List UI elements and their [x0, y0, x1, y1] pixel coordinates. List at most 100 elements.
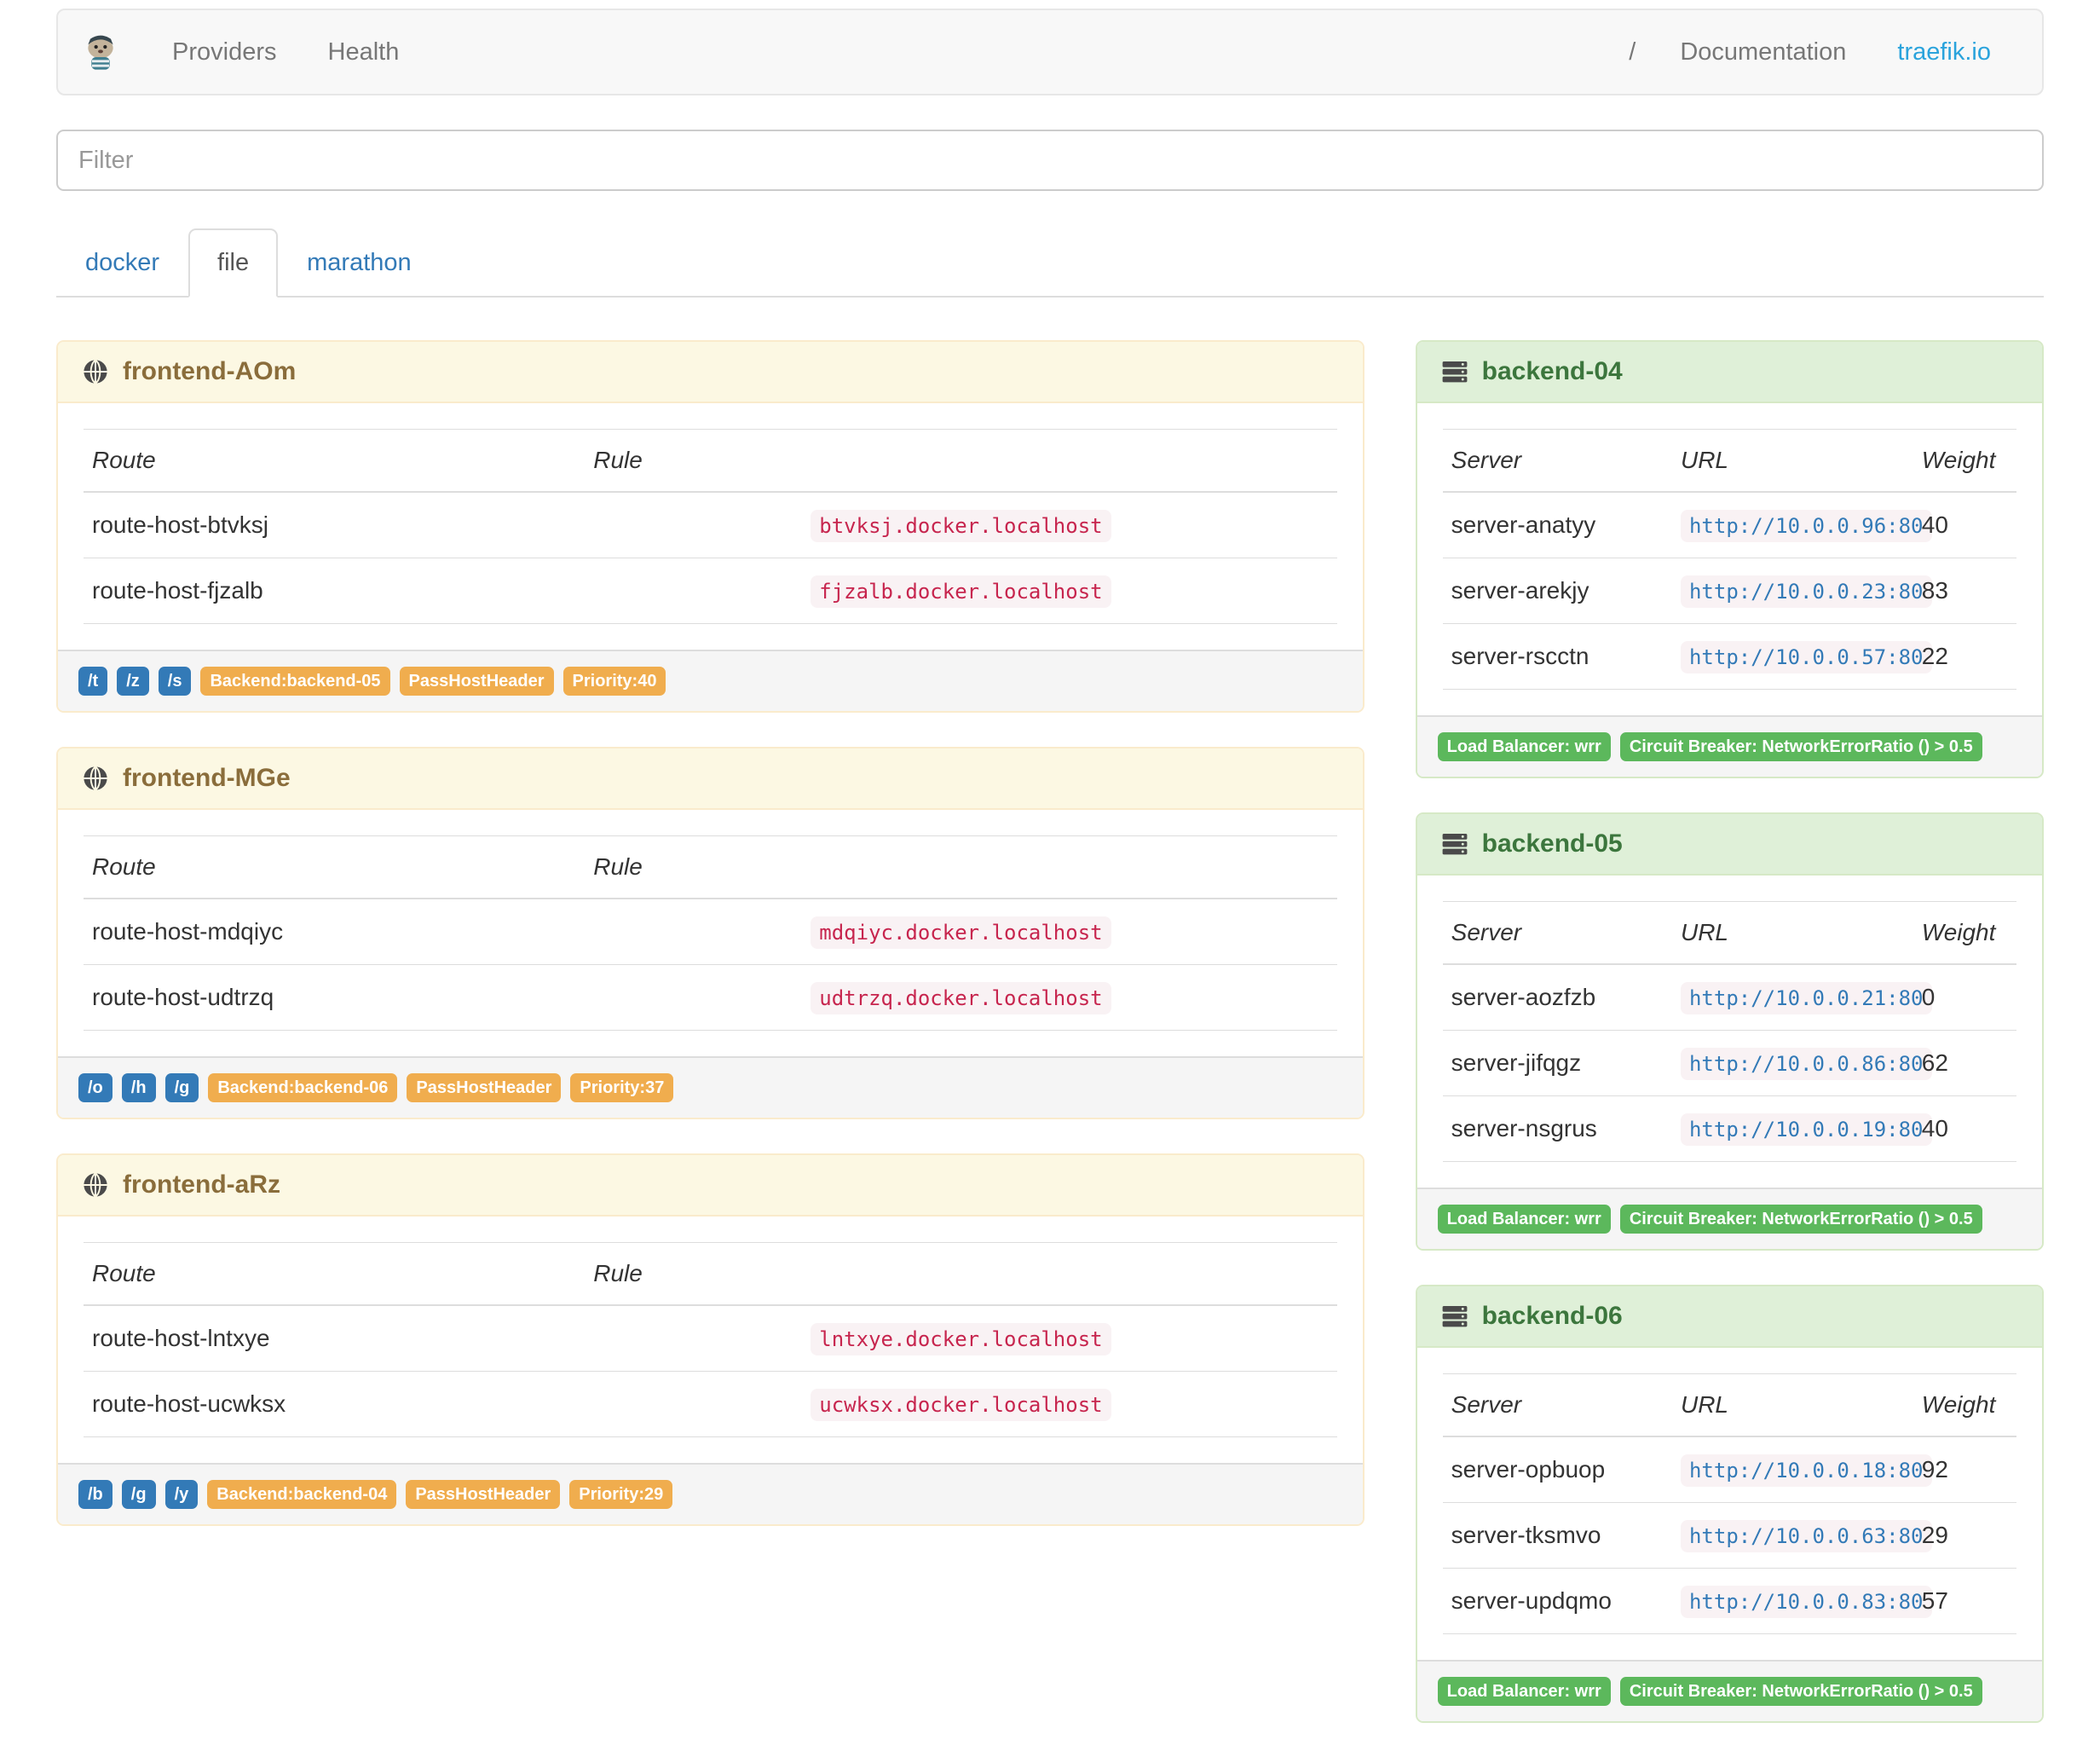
- route-row: route-host-fjzalb fjzalb.docker.localhos…: [84, 558, 1337, 624]
- route-row: route-host-ucwksx ucwksx.docker.localhos…: [84, 1371, 1337, 1437]
- route-name: route-host-fjzalb: [84, 558, 586, 624]
- url-cell: http://10.0.0.21:80: [1671, 963, 1932, 1031]
- server-weight: 40: [1912, 491, 2016, 558]
- server-url-link[interactable]: http://10.0.0.83:80: [1680, 1586, 1932, 1618]
- server-url-link[interactable]: http://10.0.0.21:80: [1680, 982, 1932, 1014]
- frontend-panel-footer: /t /z /s Backend:backend-05 PassHostHead…: [58, 650, 1363, 711]
- backend-panel-body: Server URL Weight server-opbuop http://1…: [1417, 1348, 2042, 1660]
- backend-panel-04: backend-04 Server URL Weight server-anat…: [1415, 340, 2044, 778]
- nav-link-traefik-io[interactable]: traefik.io: [1872, 38, 2016, 66]
- rule-value: udtrzq.docker.localhost: [811, 982, 1111, 1014]
- url-cell: http://10.0.0.18:80: [1671, 1436, 1932, 1503]
- tab-file[interactable]: file: [188, 228, 279, 298]
- backend-title: backend-05: [1481, 829, 1623, 858]
- server-row: server-opbuop http://10.0.0.18:80 92: [1442, 1436, 2016, 1503]
- frontend-panel-mge: frontend-MGe Route Rule route-host-mdqiy…: [56, 747, 1364, 1119]
- servers-table: Server URL Weight server-opbuop http://1…: [1442, 1373, 2016, 1634]
- routes-table: Route Rule route-host-mdqiyc mdqiyc.dock…: [84, 835, 1337, 1031]
- traefik-logo[interactable]: [84, 33, 147, 71]
- backend-title: backend-06: [1481, 1302, 1623, 1330]
- entrypoint-badge: /b: [78, 1480, 112, 1509]
- passhostheader-badge: PassHostHeader: [406, 1480, 561, 1509]
- server-url-link[interactable]: http://10.0.0.57:80: [1680, 641, 1932, 673]
- route-column-header: Route: [84, 835, 586, 899]
- frontend-panel-heading: frontend-aRz: [58, 1155, 1363, 1217]
- server-row: server-jifqgz http://10.0.0.86:80 62: [1442, 1030, 2016, 1096]
- frontend-panel-body: Route Rule route-host-lntxye lntxye.dock…: [58, 1217, 1363, 1463]
- server-url-link[interactable]: http://10.0.0.18:80: [1680, 1454, 1932, 1487]
- server-row: server-nsgrus http://10.0.0.19:80 40: [1442, 1095, 2016, 1162]
- nav-link-providers[interactable]: Providers: [147, 38, 303, 66]
- rule-value: mdqiyc.docker.localhost: [811, 916, 1111, 949]
- rule-cell: ucwksx.docker.localhost: [585, 1371, 1337, 1437]
- backend-panel-heading: backend-04: [1416, 342, 2042, 403]
- filter-input[interactable]: [56, 130, 2044, 191]
- server-row: server-arekjy http://10.0.0.23:80 83: [1442, 558, 2016, 624]
- servers-header-row: Server URL Weight: [1442, 901, 2016, 965]
- server-name: server-rscctn: [1442, 623, 1672, 690]
- rule-cell: mdqiyc.docker.localhost: [585, 898, 1337, 965]
- rule-value: fjzalb.docker.localhost: [811, 575, 1111, 608]
- tab-marathon[interactable]: marathon: [278, 228, 441, 298]
- load-balancer-badge: Load Balancer: wrr: [1437, 1677, 1611, 1706]
- server-column-header: Server: [1442, 429, 1672, 493]
- priority-badge: Priority:29: [569, 1480, 673, 1509]
- backend-title: backend-04: [1481, 357, 1623, 385]
- server-weight: 22: [1912, 623, 2016, 690]
- weight-column-header: Weight: [1912, 429, 2016, 493]
- frontend-panel-body: Route Rule route-host-mdqiyc mdqiyc.dock…: [58, 810, 1363, 1056]
- entrypoint-badge: /t: [78, 667, 108, 696]
- frontend-panel-arz: frontend-aRz Route Rule route-host-lntxy…: [56, 1153, 1364, 1526]
- rule-cell: fjzalb.docker.localhost: [585, 558, 1337, 624]
- main-content: frontend-AOm Route Rule route-host-btvks…: [31, 340, 2069, 1757]
- entrypoint-badge: /o: [78, 1073, 112, 1102]
- tab-docker[interactable]: docker: [56, 228, 188, 298]
- nav-link-documentation[interactable]: Documentation: [1654, 38, 1872, 66]
- servers-table: Server URL Weight server-anatyy http://1…: [1442, 429, 2016, 690]
- weight-column-header: Weight: [1912, 1373, 2016, 1437]
- server-row: server-rscctn http://10.0.0.57:80 22: [1442, 623, 2016, 690]
- backend-ref-badge: Backend:backend-05: [200, 667, 390, 696]
- server-weight: 0: [1912, 963, 2016, 1031]
- entrypoint-badge: /z: [117, 667, 149, 696]
- server-url-link[interactable]: http://10.0.0.96:80: [1680, 510, 1932, 542]
- rule-column-header: Rule: [585, 1242, 1337, 1306]
- backends-column: backend-04 Server URL Weight server-anat…: [1390, 340, 2069, 1757]
- backend-ref-badge: Backend:backend-06: [208, 1073, 398, 1102]
- load-balancer-badge: Load Balancer: wrr: [1437, 732, 1611, 761]
- backend-panel-05: backend-05 Server URL Weight server-aozf…: [1415, 812, 2044, 1251]
- server-url-link[interactable]: http://10.0.0.23:80: [1680, 575, 1932, 608]
- rule-column-header: Rule: [585, 835, 1337, 899]
- server-url-link[interactable]: http://10.0.0.86:80: [1680, 1048, 1932, 1080]
- globe-icon: [82, 358, 109, 385]
- entrypoint-badge: /h: [121, 1073, 156, 1102]
- url-cell: http://10.0.0.57:80: [1671, 623, 1932, 690]
- server-url-link[interactable]: http://10.0.0.63:80: [1680, 1520, 1932, 1552]
- frontend-title: frontend-AOm: [123, 357, 297, 385]
- rule-value: btvksj.docker.localhost: [811, 510, 1111, 542]
- server-name: server-aozfzb: [1442, 963, 1672, 1031]
- navbar-left: Providers Health: [84, 10, 424, 94]
- server-weight: 62: [1912, 1030, 2016, 1096]
- route-name: route-host-udtrzq: [84, 964, 586, 1031]
- circuit-breaker-badge: Circuit Breaker: NetworkErrorRatio () > …: [1619, 1677, 1982, 1706]
- routes-table: Route Rule route-host-btvksj btvksj.dock…: [84, 429, 1337, 624]
- backend-panel-heading: backend-06: [1416, 1286, 2042, 1348]
- frontend-panel-heading: frontend-MGe: [58, 748, 1363, 810]
- traefik-logo-icon: [88, 35, 113, 70]
- server-name: server-opbuop: [1442, 1436, 1672, 1503]
- server-row: server-updqmo http://10.0.0.83:80 57: [1442, 1568, 2016, 1634]
- server-weight: 92: [1912, 1436, 2016, 1503]
- server-name: server-nsgrus: [1442, 1095, 1672, 1162]
- route-name: route-host-mdqiyc: [84, 898, 586, 965]
- navbar: Providers Health / Documentation traefik…: [56, 9, 2044, 95]
- passhostheader-badge: PassHostHeader: [399, 667, 554, 696]
- server-url-link[interactable]: http://10.0.0.19:80: [1680, 1113, 1932, 1146]
- server-column-header: Server: [1442, 901, 1672, 965]
- weight-column-header: Weight: [1912, 901, 2016, 965]
- server-weight: 29: [1912, 1502, 2016, 1569]
- servers-table: Server URL Weight server-aozfzb http://1…: [1442, 901, 2016, 1162]
- nav-link-health[interactable]: Health: [303, 38, 425, 66]
- server-name: server-updqmo: [1442, 1568, 1672, 1634]
- url-cell: http://10.0.0.19:80: [1671, 1095, 1932, 1162]
